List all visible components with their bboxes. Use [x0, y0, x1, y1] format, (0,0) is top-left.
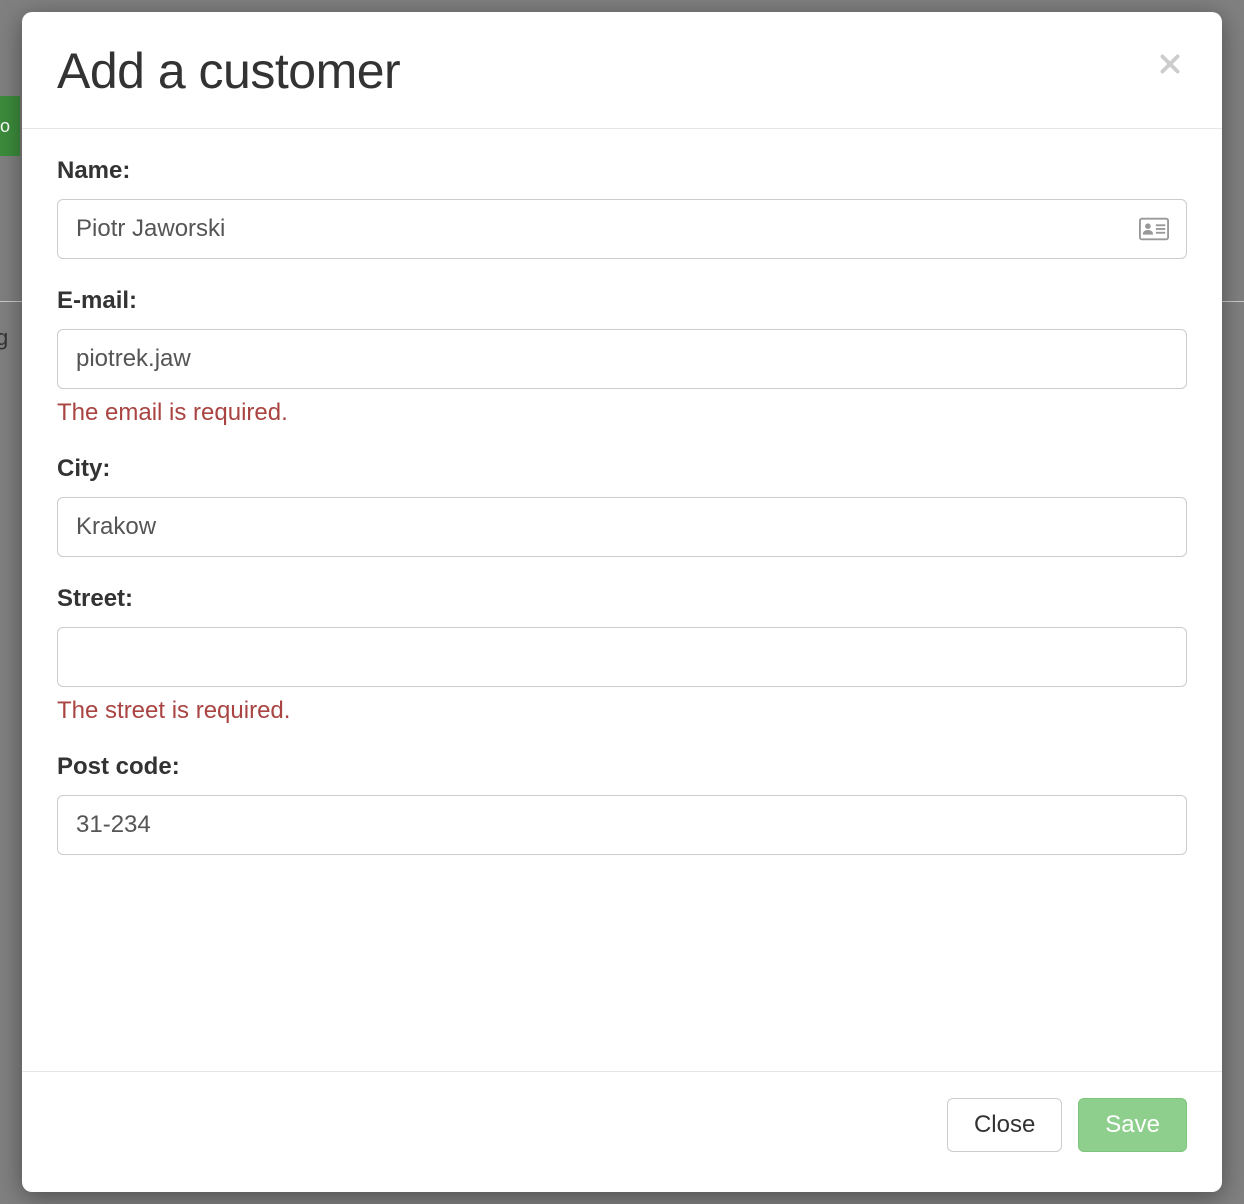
label-postcode: Post code: [57, 753, 1187, 781]
postcode-input[interactable] [57, 795, 1187, 855]
form-group-city: City: [57, 455, 1187, 557]
label-street: Street: [57, 585, 1187, 613]
background-nav-fragment: o [0, 96, 20, 156]
close-button[interactable]: Close [947, 1098, 1062, 1152]
city-input[interactable] [57, 497, 1187, 557]
form-group-email: E-mail: The email is required. [57, 287, 1187, 427]
email-input[interactable] [57, 329, 1187, 389]
label-city: City: [57, 455, 1187, 483]
form-group-name: Name: [57, 157, 1187, 259]
contact-card-icon [1139, 215, 1169, 243]
label-email: E-mail: [57, 287, 1187, 315]
modal-header: Add a customer [22, 12, 1222, 129]
modal-body: Name: E-mail: The email is re [22, 129, 1222, 1071]
email-error: The email is required. [57, 399, 1187, 427]
background-text-fragment: g [0, 325, 8, 351]
bg-text: o [0, 116, 10, 137]
add-customer-modal: Add a customer Name: [22, 12, 1222, 1192]
form-group-postcode: Post code: [57, 753, 1187, 855]
name-input[interactable] [57, 199, 1187, 259]
close-icon-button[interactable] [1153, 47, 1187, 81]
modal-title: Add a customer [57, 42, 1187, 100]
input-wrap-name [57, 199, 1187, 259]
label-name: Name: [57, 157, 1187, 185]
save-button[interactable]: Save [1078, 1098, 1187, 1152]
close-icon [1157, 51, 1183, 77]
form-group-street: Street: The street is required. [57, 585, 1187, 725]
street-error: The street is required. [57, 697, 1187, 725]
street-input[interactable] [57, 627, 1187, 687]
modal-footer: Close Save [22, 1071, 1222, 1192]
